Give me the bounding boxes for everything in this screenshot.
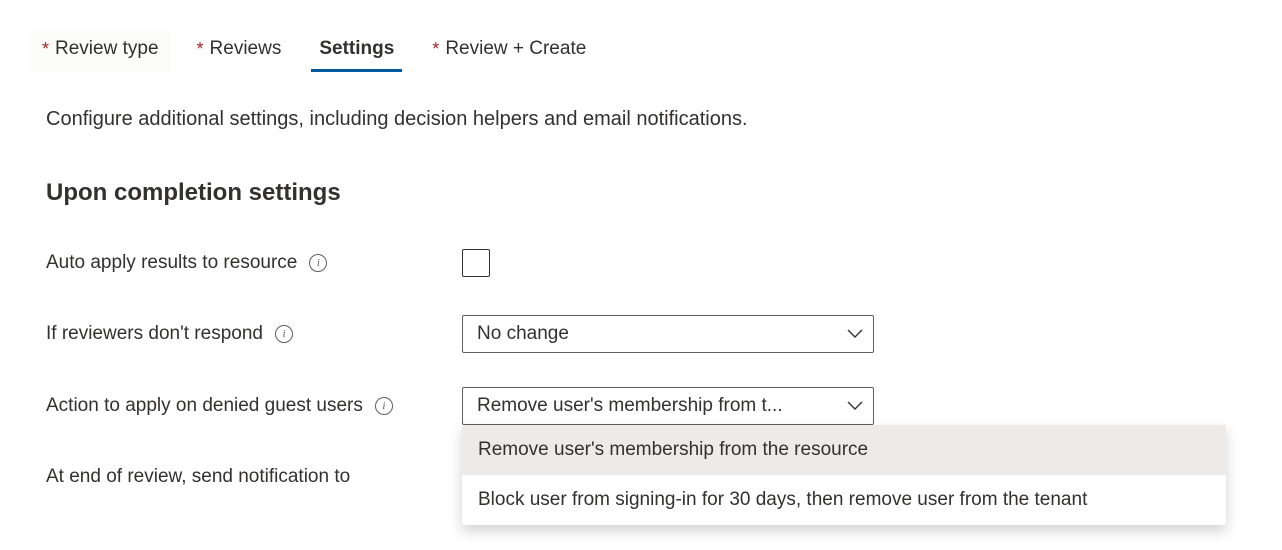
section-heading: Upon completion settings — [46, 179, 1282, 207]
info-icon[interactable]: i — [275, 325, 293, 343]
page-description: Configure additional settings, including… — [46, 108, 1282, 131]
row-if-reviewers: If reviewers don't respond i No change — [46, 315, 1282, 353]
chevron-down-icon — [847, 398, 863, 414]
select-value: No change — [477, 323, 569, 345]
tab-label: Review type — [55, 38, 159, 60]
chevron-down-icon — [847, 326, 863, 342]
tab-settings[interactable]: Settings — [307, 30, 406, 72]
label-text: At end of review, send notification to — [46, 466, 350, 488]
tab-label: Reviews — [210, 38, 282, 60]
label-auto-apply: Auto apply results to resource i — [46, 252, 462, 274]
dropdown-panel-action-denied: Remove user's membership from the resour… — [462, 425, 1226, 525]
tab-label: Settings — [319, 38, 394, 60]
required-asterisk: * — [42, 39, 49, 60]
label-text: Action to apply on denied guest users — [46, 395, 363, 417]
label-if-reviewers: If reviewers don't respond i — [46, 323, 462, 345]
label-text: Auto apply results to resource — [46, 252, 297, 274]
tabs-bar: * Review type * Reviews Settings * Revie… — [30, 30, 1282, 72]
label-text: If reviewers don't respond — [46, 323, 263, 345]
tab-label: Review + Create — [445, 38, 586, 60]
select-if-reviewers[interactable]: No change — [462, 315, 874, 353]
checkbox-auto-apply[interactable] — [462, 249, 490, 277]
select-action-denied[interactable]: Remove user's membership from t... — [462, 387, 874, 425]
required-asterisk: * — [197, 39, 204, 60]
row-action-denied: Action to apply on denied guest users i … — [46, 387, 1282, 425]
tab-reviews[interactable]: * Reviews — [185, 30, 294, 72]
required-asterisk: * — [432, 39, 439, 60]
label-action-denied: Action to apply on denied guest users i — [46, 395, 462, 417]
info-icon[interactable]: i — [309, 254, 327, 272]
info-icon[interactable]: i — [375, 397, 393, 415]
dropdown-option[interactable]: Remove user's membership from the resour… — [462, 425, 1226, 475]
dropdown-option[interactable]: Block user from signing-in for 30 days, … — [462, 475, 1226, 525]
row-auto-apply: Auto apply results to resource i — [46, 245, 1282, 281]
tab-review-create[interactable]: * Review + Create — [420, 30, 598, 72]
tab-review-type[interactable]: * Review type — [30, 30, 171, 72]
select-value: Remove user's membership from t... — [477, 395, 783, 417]
label-end-notify: At end of review, send notification to — [46, 466, 462, 488]
